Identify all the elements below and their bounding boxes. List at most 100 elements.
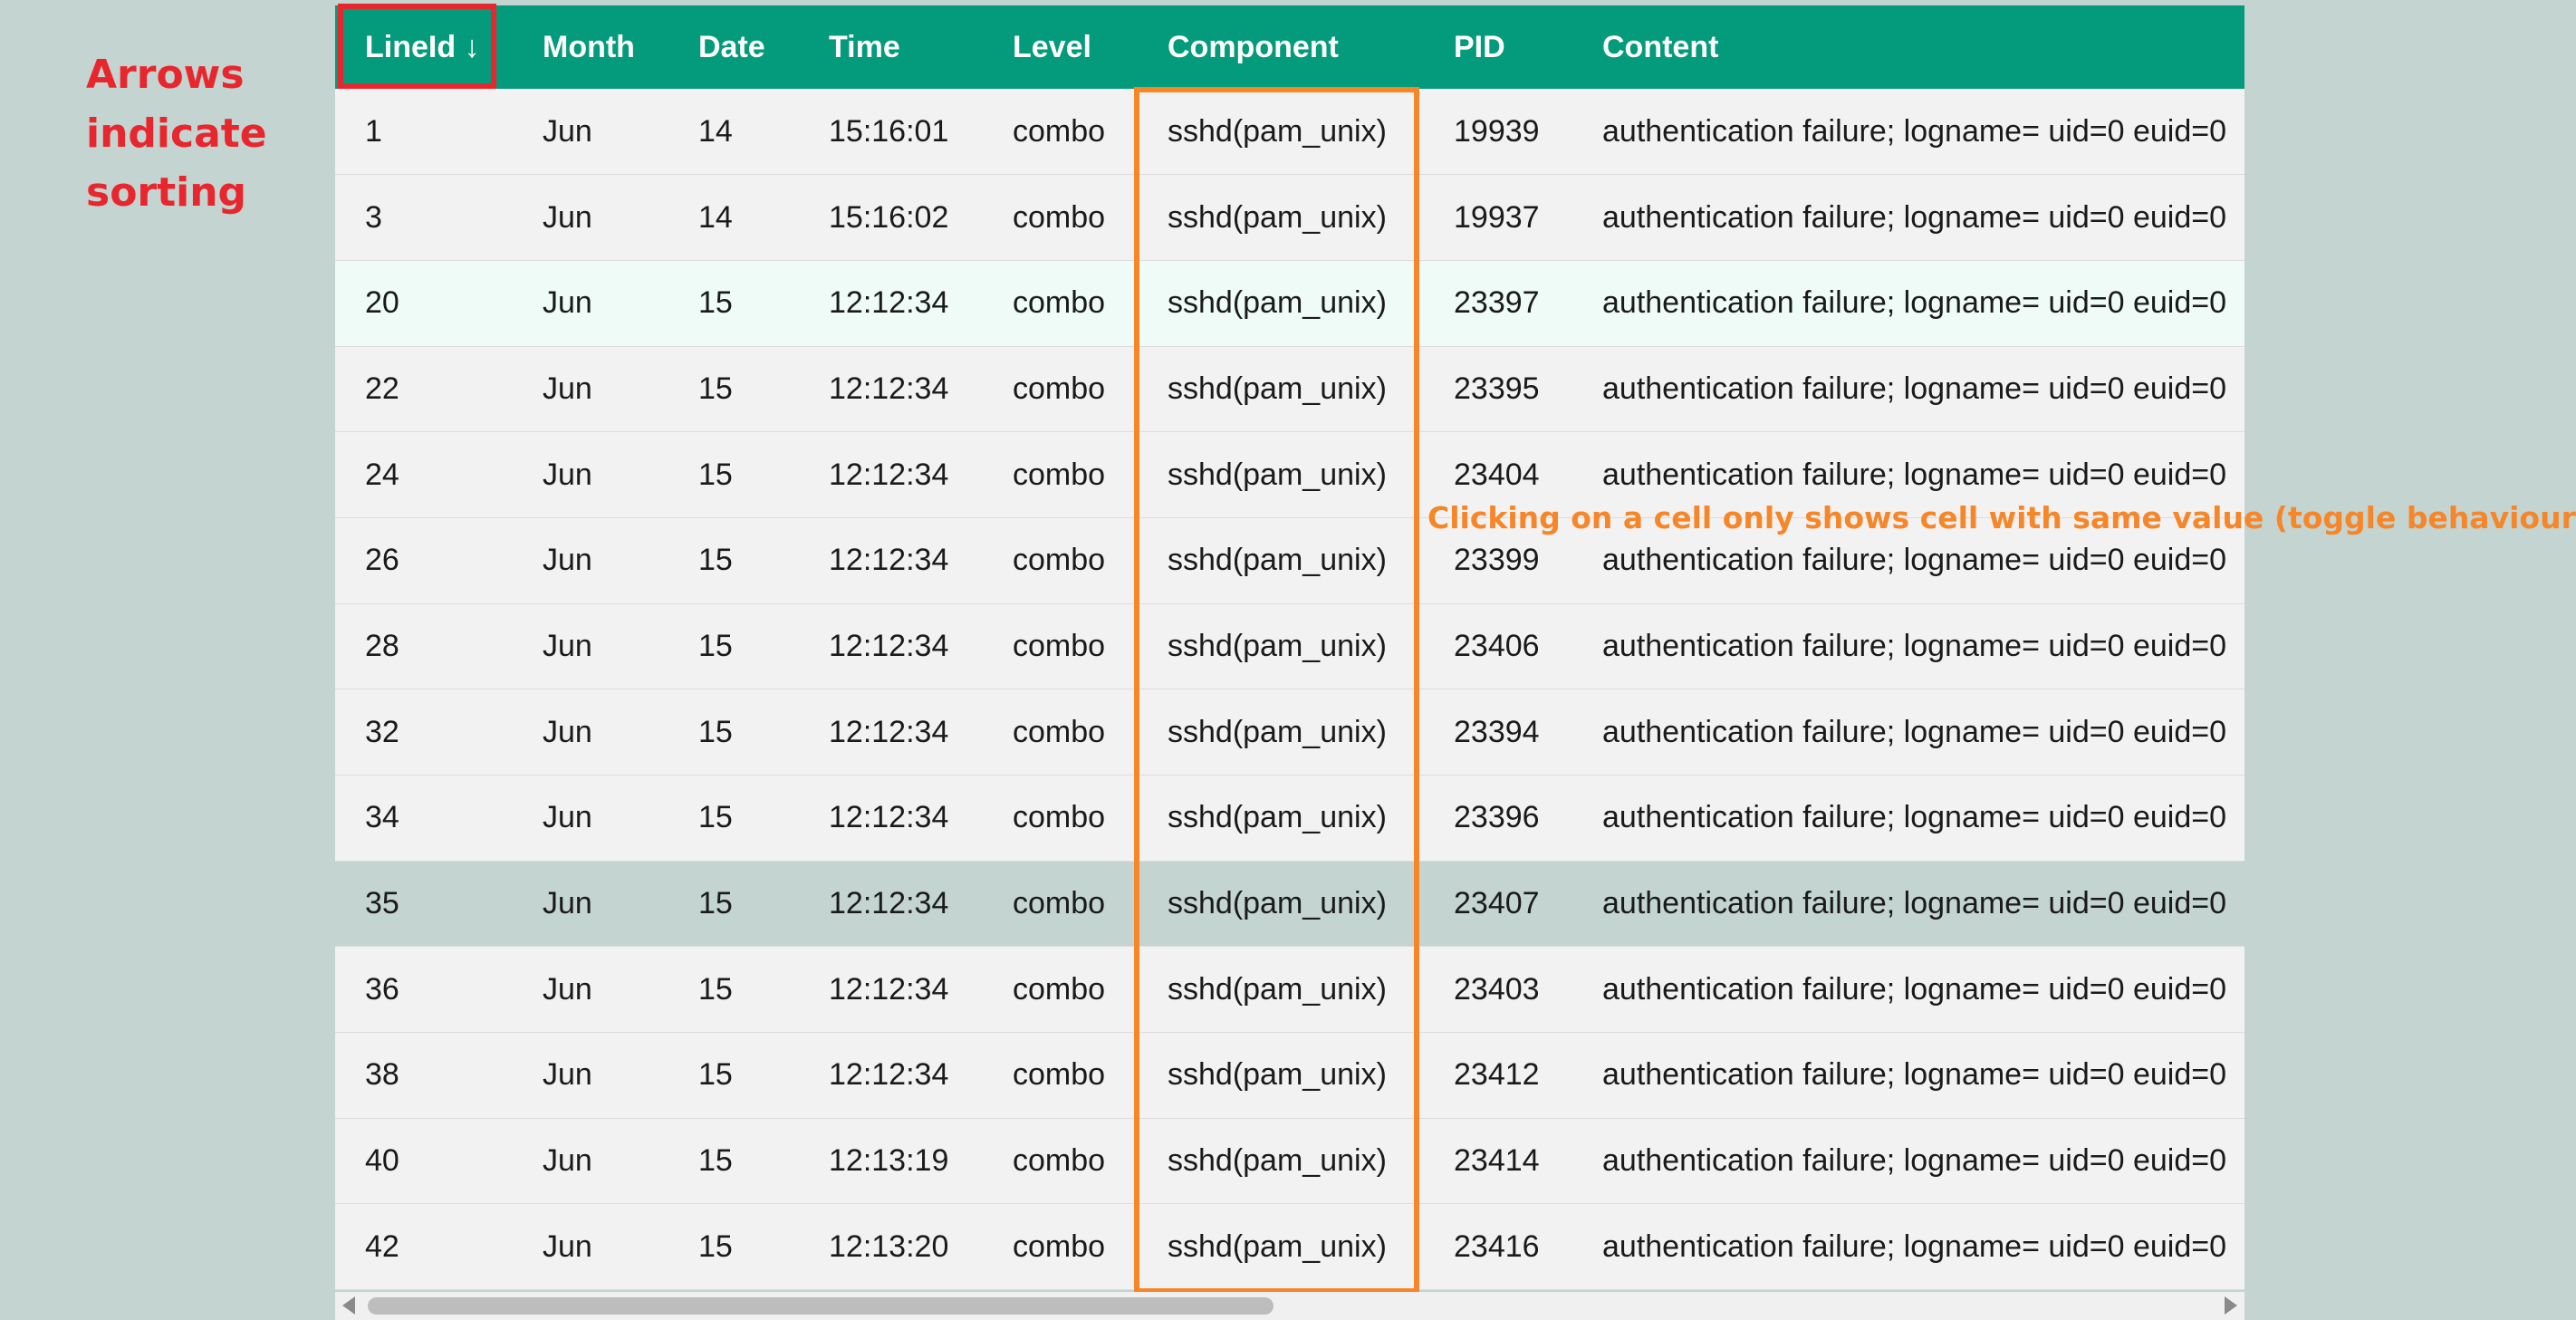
cell-component[interactable]: sshd(pam_unix) (1138, 689, 1424, 776)
cell-month[interactable]: Jun (513, 175, 668, 261)
cell-pid[interactable]: 23394 (1424, 689, 1572, 776)
cell-lineid[interactable]: 20 (335, 260, 513, 346)
cell-level[interactable]: combo (983, 432, 1138, 518)
cell-level[interactable]: combo (983, 175, 1138, 261)
table-row[interactable]: 3 Jun 14 15:16:02 combo sshd(pam_unix) 19937 au… (335, 174, 2244, 261)
table-row[interactable]: 38 Jun 15 12:12:34 combo sshd(pam_unix) 23412 a… (335, 1032, 2244, 1119)
scrollbar-thumb[interactable] (368, 1297, 1274, 1315)
cell-pid[interactable]: 23412 (1424, 1033, 1572, 1119)
cell-component[interactable]: sshd(pam_unix) (1138, 776, 1424, 862)
cell-month[interactable]: Jun (513, 689, 668, 776)
cell-level[interactable]: combo (983, 861, 1138, 947)
cell-time[interactable]: 15:16:02 (799, 175, 983, 261)
cell-month[interactable]: Jun (513, 1118, 668, 1204)
cell-content[interactable]: authentication failure; logname= uid=0 e… (1572, 947, 2244, 1033)
cell-month[interactable]: Jun (513, 603, 668, 689)
cell-pid[interactable]: 23403 (1424, 947, 1572, 1033)
table-row[interactable]: 36 Jun 15 12:12:34 combo sshd(pam_unix) 23403 a… (335, 946, 2244, 1033)
cell-lineid[interactable]: 35 (335, 861, 513, 947)
cell-date[interactable]: 15 (668, 517, 799, 603)
table-row[interactable]: 34 Jun 15 12:12:34 combo sshd(pam_unix) 23396 a… (335, 775, 2244, 862)
cell-month[interactable]: Jun (513, 89, 668, 175)
column-header-content[interactable]: Content (1572, 5, 2244, 89)
cell-date[interactable]: 15 (668, 260, 799, 346)
cell-pid[interactable]: 23406 (1424, 603, 1572, 689)
column-header-month[interactable]: Month (513, 5, 668, 89)
cell-content[interactable]: authentication failure; logname= uid=0 e… (1572, 1204, 2244, 1290)
cell-date[interactable]: 15 (668, 432, 799, 518)
cell-lineid[interactable]: 40 (335, 1118, 513, 1204)
cell-level[interactable]: combo (983, 89, 1138, 175)
cell-level[interactable]: combo (983, 603, 1138, 689)
cell-component[interactable]: sshd(pam_unix) (1138, 346, 1424, 432)
cell-month[interactable]: Jun (513, 947, 668, 1033)
cell-month[interactable]: Jun (513, 776, 668, 862)
cell-content[interactable]: authentication failure; logname= uid=0 e… (1572, 689, 2244, 776)
cell-content[interactable]: authentication failure; logname= uid=0 e… (1572, 175, 2244, 261)
cell-month[interactable]: Jun (513, 517, 668, 603)
cell-month[interactable]: Jun (513, 1204, 668, 1290)
cell-lineid[interactable]: 28 (335, 603, 513, 689)
cell-pid[interactable]: 23397 (1424, 260, 1572, 346)
cell-time[interactable]: 12:12:34 (799, 1033, 983, 1119)
column-header-lineid[interactable]: LineId ↓ (335, 5, 513, 89)
cell-component[interactable]: sshd(pam_unix) (1138, 260, 1424, 346)
table-row[interactable]: 1 Jun 14 15:16:01 combo sshd(pam_unix) 19939 au… (335, 89, 2244, 175)
cell-component[interactable]: sshd(pam_unix) (1138, 603, 1424, 689)
cell-level[interactable]: combo (983, 1118, 1138, 1204)
cell-time[interactable]: 12:12:34 (799, 517, 983, 603)
cell-content[interactable]: authentication failure; logname= uid=0 e… (1572, 861, 2244, 947)
cell-date[interactable]: 15 (668, 776, 799, 862)
cell-content[interactable]: authentication failure; logname= uid=0 e… (1572, 89, 2244, 175)
cell-component[interactable]: sshd(pam_unix) (1138, 175, 1424, 261)
horizontal-scrollbar[interactable] (335, 1292, 2244, 1320)
cell-date[interactable]: 15 (668, 603, 799, 689)
cell-content[interactable]: authentication failure; logname= uid=0 e… (1572, 1033, 2244, 1119)
cell-content[interactable]: authentication failure; logname= uid=0 e… (1572, 776, 2244, 862)
cell-time[interactable]: 12:12:34 (799, 689, 983, 776)
cell-time[interactable]: 12:13:20 (799, 1204, 983, 1290)
cell-pid[interactable]: 23395 (1424, 346, 1572, 432)
cell-date[interactable]: 15 (668, 1118, 799, 1204)
cell-level[interactable]: combo (983, 346, 1138, 432)
cell-date[interactable]: 15 (668, 947, 799, 1033)
cell-pid[interactable]: 23416 (1424, 1204, 1572, 1290)
table-row[interactable]: 22 Jun 15 12:12:34 combo sshd(pam_unix) 23395 a… (335, 346, 2244, 432)
cell-time[interactable]: 12:12:34 (799, 861, 983, 947)
cell-month[interactable]: Jun (513, 432, 668, 518)
column-header-date[interactable]: Date (668, 5, 799, 89)
column-header-component[interactable]: Component (1138, 5, 1424, 89)
table-row[interactable]: 40 Jun 15 12:13:19 combo sshd(pam_unix) 23414 a… (335, 1118, 2244, 1204)
table-row[interactable]: 28 Jun 15 12:12:34 combo sshd(pam_unix) 23406 a… (335, 603, 2244, 689)
cell-time[interactable]: 12:12:34 (799, 432, 983, 518)
column-header-level[interactable]: Level (983, 5, 1138, 89)
cell-time[interactable]: 12:12:34 (799, 260, 983, 346)
cell-time[interactable]: 12:12:34 (799, 603, 983, 689)
cell-date[interactable]: 15 (668, 1033, 799, 1119)
cell-lineid[interactable]: 24 (335, 432, 513, 518)
cell-date[interactable]: 14 (668, 89, 799, 175)
cell-pid[interactable]: 23414 (1424, 1118, 1572, 1204)
cell-component[interactable]: sshd(pam_unix) (1138, 861, 1424, 947)
cell-content[interactable]: authentication failure; logname= uid=0 e… (1572, 603, 2244, 689)
cell-content[interactable]: authentication failure; logname= uid=0 e… (1572, 1118, 2244, 1204)
cell-level[interactable]: combo (983, 947, 1138, 1033)
cell-component[interactable]: sshd(pam_unix) (1138, 947, 1424, 1033)
cell-component[interactable]: sshd(pam_unix) (1138, 89, 1424, 175)
cell-lineid[interactable]: 3 (335, 175, 513, 261)
cell-time[interactable]: 12:12:34 (799, 346, 983, 432)
table-row[interactable]: 20 Jun 15 12:12:34 combo sshd(pam_unix) 23397 a… (335, 260, 2244, 347)
cell-month[interactable]: Jun (513, 346, 668, 432)
cell-component[interactable]: sshd(pam_unix) (1138, 1118, 1424, 1204)
cell-level[interactable]: combo (983, 517, 1138, 603)
cell-pid[interactable]: 23407 (1424, 861, 1572, 947)
cell-component[interactable]: sshd(pam_unix) (1138, 432, 1424, 518)
cell-level[interactable]: combo (983, 260, 1138, 346)
cell-lineid[interactable]: 26 (335, 517, 513, 603)
cell-component[interactable]: sshd(pam_unix) (1138, 1204, 1424, 1290)
cell-date[interactable]: 15 (668, 861, 799, 947)
cell-time[interactable]: 12:12:34 (799, 947, 983, 1033)
cell-lineid[interactable]: 1 (335, 89, 513, 175)
cell-pid[interactable]: 19937 (1424, 175, 1572, 261)
cell-component[interactable]: sshd(pam_unix) (1138, 1033, 1424, 1119)
